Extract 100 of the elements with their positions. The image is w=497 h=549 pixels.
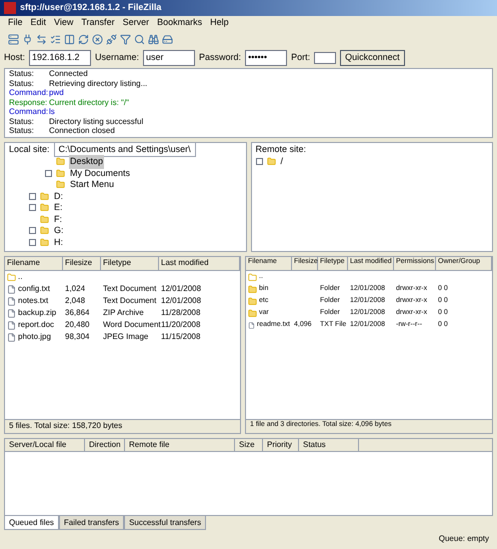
menu-item[interactable]: Edit — [30, 16, 46, 30]
menu-item[interactable]: Transfer — [81, 16, 115, 30]
folder-icon — [40, 192, 49, 201]
toolbar-icon[interactable] — [92, 34, 103, 44]
menu-item[interactable]: File — [8, 16, 23, 30]
tree-item[interactable]: Start Menu — [69, 178, 116, 192]
queue-tab[interactable]: Successful transfers — [124, 516, 206, 530]
column-header[interactable]: Status — [299, 439, 359, 451]
file-icon — [7, 332, 16, 342]
table-cell: ZIP Archive — [103, 307, 144, 319]
log-label: Status: — [9, 126, 35, 136]
column-header[interactable]: Filename — [5, 257, 63, 270]
table-cell: 11/28/2008 — [161, 307, 200, 319]
toolbar-icon[interactable] — [36, 34, 47, 44]
column-header[interactable]: Priority — [263, 439, 299, 451]
port-field[interactable] — [314, 52, 336, 64]
expand-icon[interactable] — [29, 192, 36, 200]
password-label: Password: — [199, 51, 242, 64]
toolbar-icon[interactable] — [134, 34, 145, 44]
tree-item[interactable]: F: — [53, 212, 63, 226]
queue-tab[interactable]: Failed transfers — [58, 516, 124, 530]
table-cell: report.doc — [18, 319, 54, 331]
expand-icon[interactable] — [29, 227, 36, 234]
table-cell: Word Document — [103, 319, 161, 331]
tree-item[interactable]: Desktop — [69, 155, 104, 168]
table-cell: JPEG Image — [103, 331, 148, 343]
menu-item[interactable]: Help — [210, 16, 229, 30]
column-header[interactable]: Last modified — [159, 257, 240, 270]
table-cell: photo.jpg — [18, 331, 51, 343]
menu-item[interactable]: View — [54, 16, 74, 30]
toolbar-icon[interactable] — [78, 34, 89, 44]
file-icon — [7, 308, 16, 318]
expand-icon[interactable] — [29, 238, 36, 246]
file-icon — [7, 296, 16, 306]
column-header[interactable]: Remote file — [125, 439, 235, 451]
column-header[interactable]: Direction — [85, 439, 125, 451]
column-header[interactable]: Server/Local file — [5, 439, 85, 451]
table-cell: notes.txt — [18, 295, 48, 307]
remote-site-label: Remote site: — [256, 144, 306, 154]
tree-item[interactable]: G: — [53, 224, 65, 238]
password-field[interactable]: •••••• — [245, 50, 288, 66]
toolbar-icon[interactable] — [22, 34, 33, 44]
tree-item[interactable]: E: — [53, 201, 64, 214]
folder-icon — [248, 308, 257, 318]
folder-icon — [248, 272, 257, 282]
log-label: Status: — [9, 78, 35, 88]
expand-icon[interactable] — [29, 204, 36, 212]
table-cell: 36,864 — [65, 307, 90, 319]
file-icon — [7, 320, 16, 330]
folder-icon — [56, 168, 65, 178]
toolbar-icon[interactable] — [106, 34, 117, 44]
file-icon — [248, 320, 255, 330]
table-cell: Text Document — [103, 283, 156, 295]
folder-icon — [40, 238, 49, 247]
table-cell: .. — [18, 271, 22, 283]
menu-item[interactable]: Bookmarks — [157, 16, 202, 30]
expand-icon[interactable] — [256, 158, 262, 166]
column-header[interactable]: Filetype — [101, 257, 159, 270]
tree-item[interactable]: H: — [53, 236, 64, 249]
folder-icon — [56, 157, 65, 166]
queue-status: Queue: empty — [438, 533, 489, 545]
host-label: Host: — [4, 51, 26, 64]
table-cell: 98,304 — [65, 331, 90, 343]
host-field[interactable]: 192.168.1.2 — [29, 50, 92, 66]
log-message: ls — [49, 107, 55, 116]
username-field[interactable]: user — [143, 50, 196, 66]
username-label: Username: — [95, 51, 140, 64]
expand-icon[interactable] — [45, 170, 52, 177]
log-message: Current directory is: "/" — [49, 98, 129, 107]
folder-icon — [40, 226, 49, 236]
table-cell: 11/15/2008 — [161, 331, 200, 343]
tree-item[interactable]: D: — [53, 190, 64, 203]
port-label: Port: — [291, 51, 310, 64]
table-cell: 1,024 — [65, 283, 86, 295]
log-message: Connection closed — [49, 126, 115, 136]
toolbar-icon[interactable] — [162, 34, 173, 44]
table-cell: 20,480 — [65, 319, 90, 331]
log-label: Response: — [9, 98, 48, 107]
tree-item[interactable]: / — [280, 155, 284, 168]
table-cell: config.txt — [18, 283, 50, 295]
app-icon — [4, 2, 16, 14]
toolbar-icon[interactable] — [64, 34, 75, 44]
toolbar-icon[interactable] — [8, 34, 19, 44]
list-footer: 5 files. Total size: 158,720 bytes — [5, 419, 240, 433]
column-header[interactable]: Filesize — [63, 257, 101, 270]
column-header[interactable]: Size — [235, 439, 263, 451]
toolbar-icon[interactable] — [148, 34, 159, 44]
folder-icon — [56, 180, 65, 190]
folder-icon — [248, 296, 257, 306]
tree-item[interactable]: My Documents — [69, 166, 132, 180]
window-title: sftp://user@192.168.1.2 - FileZilla — [20, 1, 162, 14]
toolbar-icon[interactable] — [120, 34, 131, 44]
folder-icon — [7, 272, 16, 282]
queue-tab[interactable]: Queued files — [4, 516, 59, 530]
log-label: Status: — [9, 69, 35, 78]
toolbar-icon[interactable] — [50, 34, 61, 44]
table-cell: 2,048 — [65, 295, 86, 307]
table-cell: 11/20/2008 — [161, 319, 200, 331]
quickconnect-button[interactable]: Quickconnect — [340, 50, 405, 66]
menu-item[interactable]: Server — [122, 16, 150, 30]
